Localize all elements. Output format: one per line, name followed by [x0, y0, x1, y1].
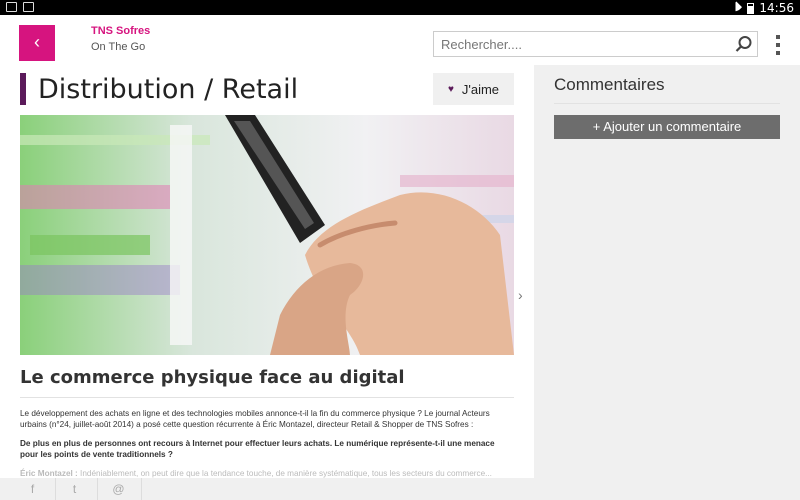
- facebook-icon: f: [30, 482, 35, 496]
- search-input[interactable]: [434, 32, 724, 56]
- twitter-icon: t: [72, 482, 77, 496]
- divider: [554, 103, 780, 104]
- like-button[interactable]: ♥ J'aime: [433, 73, 514, 105]
- comments-title: Commentaires: [554, 75, 665, 94]
- app-bar: ‹ TNS Sofres On The Go: [0, 15, 800, 65]
- hero-image: [20, 115, 514, 355]
- kebab-menu-icon[interactable]: [774, 35, 782, 55]
- back-button[interactable]: ‹: [19, 25, 55, 61]
- article-paragraph-2: De plus en plus de personnes ont recours…: [20, 439, 495, 459]
- like-label: J'aime: [461, 81, 500, 97]
- chevron-right-icon[interactable]: ›: [518, 287, 523, 303]
- article-panel: Distribution / Retail ♥ J'aime › Le comm…: [0, 65, 534, 478]
- email-icon: @: [112, 482, 125, 496]
- heart-icon: ♥: [447, 83, 454, 95]
- add-comment-button[interactable]: + Ajouter un commentaire: [554, 115, 780, 139]
- divider: [20, 397, 514, 398]
- email-share-button[interactable]: @: [96, 478, 142, 500]
- article-headline: Le commerce physique face au digital: [20, 367, 405, 388]
- battery-icon: [747, 2, 755, 14]
- status-bar: 14:56: [0, 0, 800, 15]
- wifi-icon: [729, 1, 743, 15]
- answer-text: Indéniablement, on peut dire que la tend…: [77, 469, 492, 478]
- page-title: Distribution / Retail: [38, 74, 299, 105]
- bag-notification-icon: [23, 2, 34, 12]
- twitter-share-button[interactable]: t: [52, 478, 98, 500]
- brand-name: TNS Sofres: [91, 25, 151, 37]
- search-icon[interactable]: [735, 35, 753, 53]
- chevron-left-icon: ‹: [34, 32, 40, 52]
- facebook-share-button[interactable]: f: [10, 478, 56, 500]
- title-accent-bar: [20, 73, 26, 105]
- speaker-name: Éric Montazel :: [20, 469, 78, 478]
- share-bar: f t @: [0, 478, 800, 500]
- comments-panel: Commentaires + Ajouter un commentaire: [534, 65, 800, 478]
- article-paragraph-1: Le développement des achats en ligne et …: [20, 409, 490, 429]
- search-box: [433, 31, 758, 57]
- brand-tagline: On The Go: [91, 41, 146, 53]
- article-paragraph-3: Éric Montazel : Indéniablement, on peut …: [20, 468, 514, 478]
- clock: 14:56: [759, 1, 794, 15]
- gallery-notification-icon: [6, 2, 17, 12]
